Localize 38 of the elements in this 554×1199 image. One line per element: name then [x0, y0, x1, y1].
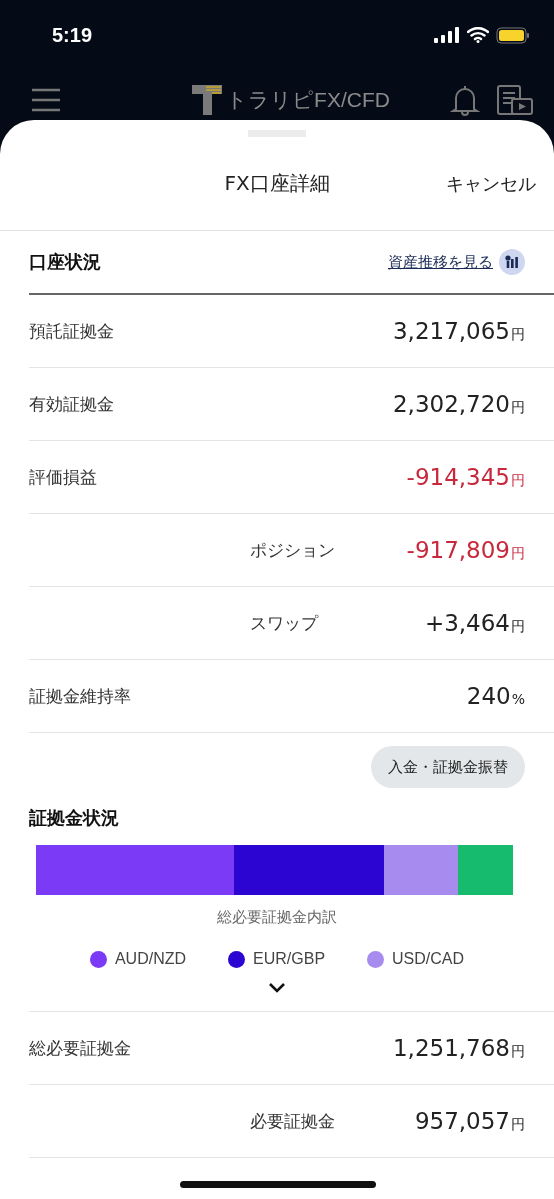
chart-caption: 総必要証拠金内訳 — [216, 908, 338, 927]
row-label: 預託証拠金 — [29, 319, 114, 343]
row-value: 1,251,768 円 — [392, 1035, 525, 1061]
section-title: 口座状況 — [29, 250, 101, 274]
signal-icon — [434, 27, 460, 43]
deposit-transfer-button[interactable]: 入金・証拠金振替 — [371, 746, 525, 788]
row-label: 有効証拠金 — [29, 392, 114, 416]
menu-icon[interactable] — [30, 87, 62, 113]
battery-icon — [496, 26, 530, 44]
sheet-title: FX口座詳細 — [224, 170, 330, 197]
legend-label: EUR/GBP — [253, 950, 326, 968]
row-value: 3,217,065 円 — [392, 318, 525, 344]
row-label: ポジション — [250, 538, 335, 562]
row-label: 必要証拠金 — [250, 1109, 335, 1133]
video-list-icon[interactable] — [496, 84, 534, 116]
cancel-button[interactable]: キャンセル — [446, 171, 536, 196]
row-value: -914,345 円 — [406, 464, 525, 490]
logo-icon — [192, 85, 223, 115]
row-value: 2,302,720 円 — [392, 391, 525, 417]
legend-label: AUD/NZD — [114, 950, 187, 968]
app-logo-text: トラリピFX/CFD — [226, 87, 390, 113]
row-label: 総必要証拠金 — [29, 1036, 131, 1060]
row-value: 957,057 円 — [414, 1108, 525, 1134]
section-title: 証拠金状況 — [29, 805, 119, 830]
chevron-down-icon[interactable] — [268, 982, 286, 993]
row-value: +3,464 円 — [424, 610, 525, 636]
status-time: 5:19 — [52, 23, 93, 47]
wifi-icon — [467, 27, 489, 43]
asset-history-link[interactable]: 資産推移を見る — [388, 252, 493, 272]
chart-icon[interactable] — [499, 249, 525, 275]
row-label: 評価損益 — [29, 465, 97, 489]
row-value: 240% — [466, 683, 525, 709]
legend-label: USD/CAD — [392, 950, 465, 968]
bell-icon[interactable] — [450, 84, 480, 116]
row-value: -917,809 円 — [406, 537, 525, 563]
row-label: 証拠金維持率 — [29, 684, 131, 708]
row-label: スワップ — [250, 611, 318, 635]
bar-segment — [458, 845, 513, 895]
